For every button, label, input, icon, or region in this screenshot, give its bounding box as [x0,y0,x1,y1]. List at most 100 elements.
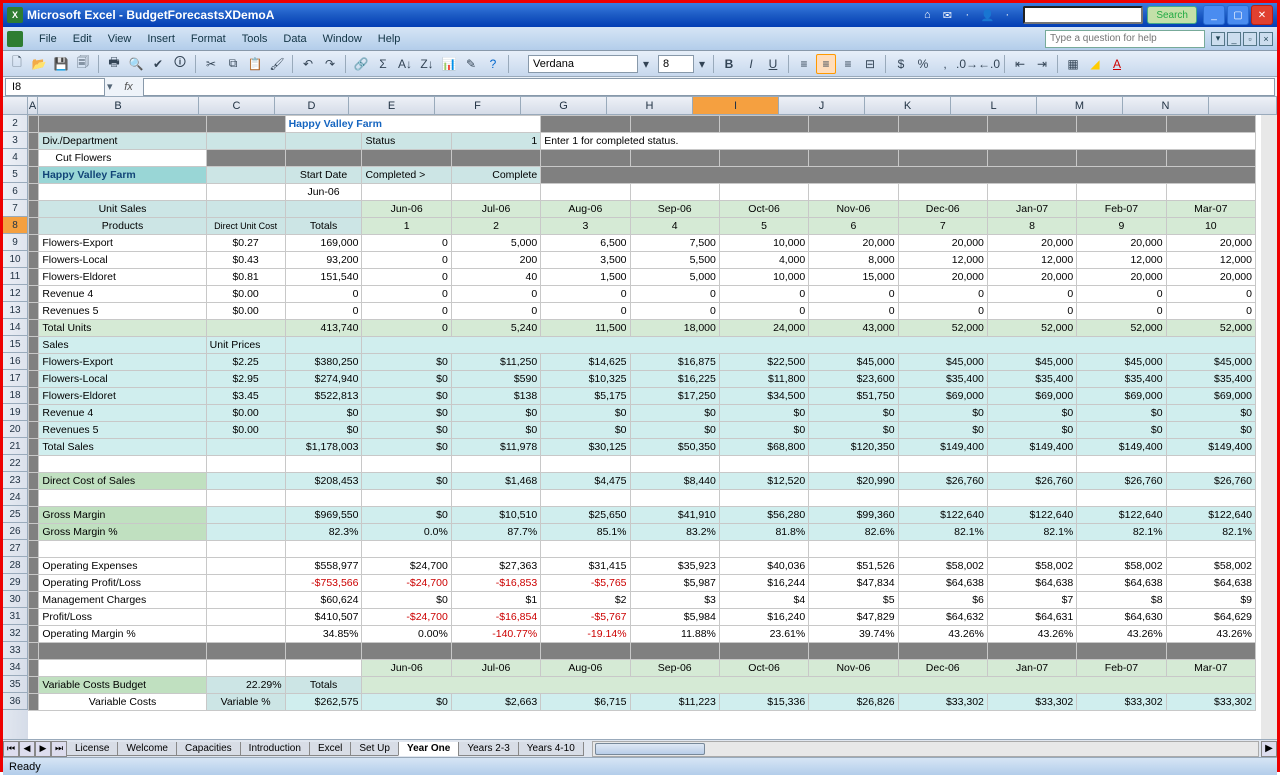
menu-edit[interactable]: Edit [65,31,100,47]
minimize-button[interactable]: _ [1203,5,1225,25]
row-header-10[interactable]: 10 [3,251,28,268]
scroll-right-button[interactable]: ▶ [1261,741,1277,757]
sheet-tab-excel[interactable]: Excel [309,742,351,756]
row-header-19[interactable]: 19 [3,404,28,421]
align-right-button[interactable]: ≡ [838,54,858,74]
row-header-17[interactable]: 17 [3,370,28,387]
col-header-C[interactable]: C [199,97,275,114]
inc-decimal-button[interactable]: .0→ [957,54,977,74]
col-header-K[interactable]: K [865,97,951,114]
dropdown-icon[interactable]: ▾ [696,54,708,74]
column-headers[interactable]: ABCDEFGHIJKLMN [3,97,1277,115]
row-header-4[interactable]: 4 [3,149,28,166]
help-icon[interactable]: ? [483,54,503,74]
merge-center-button[interactable]: ⊟ [860,54,880,74]
align-center-button[interactable]: ≡ [816,54,836,74]
dropdown-icon[interactable]: ▾ [105,80,115,93]
sheet-tab-year-one[interactable]: Year One [398,742,459,756]
row-header-36[interactable]: 36 [3,693,28,710]
row-header-18[interactable]: 18 [3,387,28,404]
col-header-N[interactable]: N [1123,97,1209,114]
row-header-25[interactable]: 25 [3,506,28,523]
col-header-G[interactable]: G [521,97,607,114]
comma-button[interactable]: , [935,54,955,74]
vertical-scrollbar[interactable] [1261,115,1277,739]
research-icon[interactable]: 🛈 [170,54,190,74]
chart-icon[interactable]: 📊 [439,54,459,74]
col-header-E[interactable]: E [349,97,435,114]
formula-bar[interactable] [143,78,1275,96]
fx-icon[interactable]: fx [119,81,139,93]
menu-view[interactable]: View [100,31,140,47]
col-header-I[interactable]: I [693,97,779,114]
row-headers[interactable]: 2345678910111213141516171819202122232425… [3,115,28,739]
col-header-J[interactable]: J [779,97,865,114]
row-header-27[interactable]: 27 [3,540,28,557]
row-header-33[interactable]: 33 [3,642,28,659]
row-header-29[interactable]: 29 [3,574,28,591]
row-header-12[interactable]: 12 [3,285,28,302]
sort-asc-icon[interactable]: A↓ [395,54,415,74]
dropdown-icon[interactable]: ▾ [640,54,652,74]
permission-icon[interactable]: 🗐 [73,54,93,74]
col-header-B[interactable]: B [38,97,199,114]
home-icon[interactable]: ⌂ [919,7,935,23]
menu-file[interactable]: File [31,31,65,47]
row-header-26[interactable]: 26 [3,523,28,540]
row-header-16[interactable]: 16 [3,353,28,370]
row-header-5[interactable]: 5 [3,166,28,183]
borders-button[interactable]: ▦ [1063,54,1083,74]
save-icon[interactable]: 💾 [51,54,71,74]
percent-button[interactable]: % [913,54,933,74]
align-left-button[interactable]: ≡ [794,54,814,74]
row-header-15[interactable]: 15 [3,336,28,353]
close-button[interactable]: ✕ [1251,5,1273,25]
bold-button[interactable]: B [719,54,739,74]
sort-desc-icon[interactable]: Z↓ [417,54,437,74]
drawing-icon[interactable]: ✎ [461,54,481,74]
menu-data[interactable]: Data [275,31,314,47]
help-search-input[interactable] [1045,30,1205,48]
sheet-tab-years-2-3[interactable]: Years 2-3 [458,742,518,756]
row-header-31[interactable]: 31 [3,608,28,625]
sheet-tab-welcome[interactable]: Welcome [117,742,177,756]
tab-nav-first[interactable]: ⏮ [3,741,19,757]
row-header-35[interactable]: 35 [3,676,28,693]
dec-indent-button[interactable]: ⇤ [1010,54,1030,74]
preview-icon[interactable]: 🔍 [126,54,146,74]
sheet-tab-license[interactable]: License [66,742,118,756]
row-header-6[interactable]: 6 [3,183,28,200]
row-header-9[interactable]: 9 [3,234,28,251]
copy-icon[interactable]: ⧉ [223,54,243,74]
font-color-button[interactable]: A [1107,54,1127,74]
font-size-select[interactable]: 8 [658,55,694,73]
col-header-L[interactable]: L [951,97,1037,114]
maximize-workbook-button[interactable]: ▫ [1243,32,1257,46]
autosum-icon[interactable]: Σ [373,54,393,74]
buddy-icon[interactable]: 👤 [979,7,995,23]
menu-window[interactable]: Window [315,31,370,47]
select-all-corner[interactable] [3,97,28,114]
col-header-A[interactable]: A [28,97,38,114]
open-icon[interactable]: 📂 [29,54,49,74]
col-header-H[interactable]: H [607,97,693,114]
col-header-F[interactable]: F [435,97,521,114]
close-workbook-button[interactable]: × [1259,32,1273,46]
menu-format[interactable]: Format [183,31,234,47]
row-header-13[interactable]: 13 [3,302,28,319]
col-header-D[interactable]: D [275,97,349,114]
sheet-tab-years-4-10[interactable]: Years 4-10 [518,742,584,756]
tab-nav-prev[interactable]: ◀ [19,741,35,757]
row-header-20[interactable]: 20 [3,421,28,438]
dec-decimal-button[interactable]: ←.0 [979,54,999,74]
menu-tools[interactable]: Tools [234,31,276,47]
row-header-32[interactable]: 32 [3,625,28,642]
col-header-M[interactable]: M [1037,97,1123,114]
search-input[interactable] [1023,6,1143,24]
paste-icon[interactable]: 📋 [245,54,265,74]
new-icon[interactable]: 🗋 [7,54,27,74]
dropdown-icon[interactable]: ▾ [1211,32,1225,46]
scroll-thumb[interactable] [595,743,705,755]
row-header-34[interactable]: 34 [3,659,28,676]
search-button[interactable]: Search [1147,6,1197,24]
